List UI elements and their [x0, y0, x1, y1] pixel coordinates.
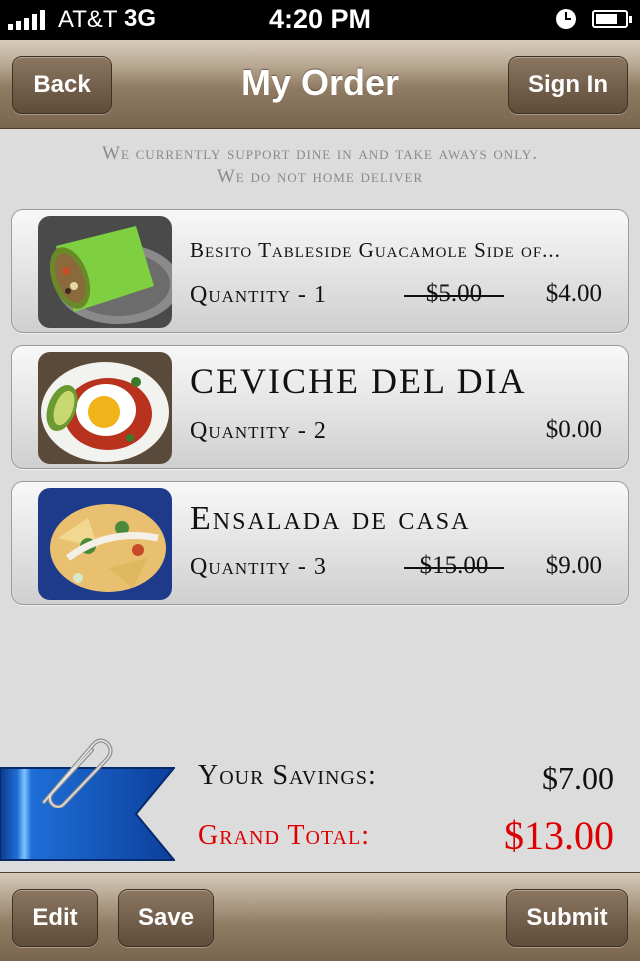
item-price: $4.00	[545, 280, 602, 307]
item-title: CEVICHE DEL DIA	[190, 361, 527, 401]
salad-food-image	[38, 488, 172, 600]
order-item-ceviche[interactable]: CEVICHE DEL DIA Quantity - 2 $0.00	[11, 345, 629, 469]
battery-icon	[592, 10, 632, 28]
delivery-notice: We currently support dine in and take aw…	[0, 142, 640, 188]
grand-total-value: $13.00	[504, 813, 614, 858]
item-original-price: $5.00	[404, 280, 504, 308]
item-title: Ensalada de casa	[190, 500, 471, 537]
order-item-ensalada[interactable]: Ensalada de casa Quantity - 3 $15.00 $9.…	[11, 481, 629, 605]
item-price: $9.00	[545, 552, 602, 579]
bottom-toolbar: Edit Save Submit	[0, 872, 640, 961]
order-item-guacamole[interactable]: Besito Tableside Guacamole Side of... Qu…	[11, 209, 629, 333]
item-quantity: Quantity - 3	[190, 554, 327, 580]
status-bar: AT&T 3G 4:20 PM	[0, 0, 640, 40]
item-photo-wrap	[38, 488, 172, 600]
ceviche-food-image	[38, 352, 172, 464]
savings-label: Your Savings:	[198, 760, 377, 791]
item-photo-wrap	[38, 352, 172, 464]
item-title: Besito Tableside Guacamole Side of...	[190, 238, 561, 262]
notice-line-1: We currently support dine in and take aw…	[102, 143, 538, 164]
save-button[interactable]: Save	[118, 889, 214, 947]
grand-total-label: Grand Total:	[198, 820, 370, 851]
item-original-price: $15.00	[404, 552, 504, 580]
wrap-food-image	[38, 216, 172, 328]
paperclip-icon	[42, 738, 113, 808]
notice-line-2: We do not home deliver	[216, 166, 424, 187]
submit-button[interactable]: Submit	[506, 889, 628, 947]
savings-value: $7.00	[542, 760, 614, 796]
navigation-bar: Back My Order Sign In	[0, 40, 640, 129]
item-quantity: Quantity - 2	[190, 418, 327, 444]
item-photo-wrap	[38, 216, 172, 328]
item-price: $0.00	[545, 416, 602, 443]
sign-in-button[interactable]: Sign In	[508, 56, 628, 114]
edit-button[interactable]: Edit	[12, 889, 98, 947]
alarm-clock-icon	[556, 9, 576, 29]
item-quantity: Quantity - 1	[190, 282, 327, 308]
status-time: 4:20 PM	[268, 4, 372, 34]
